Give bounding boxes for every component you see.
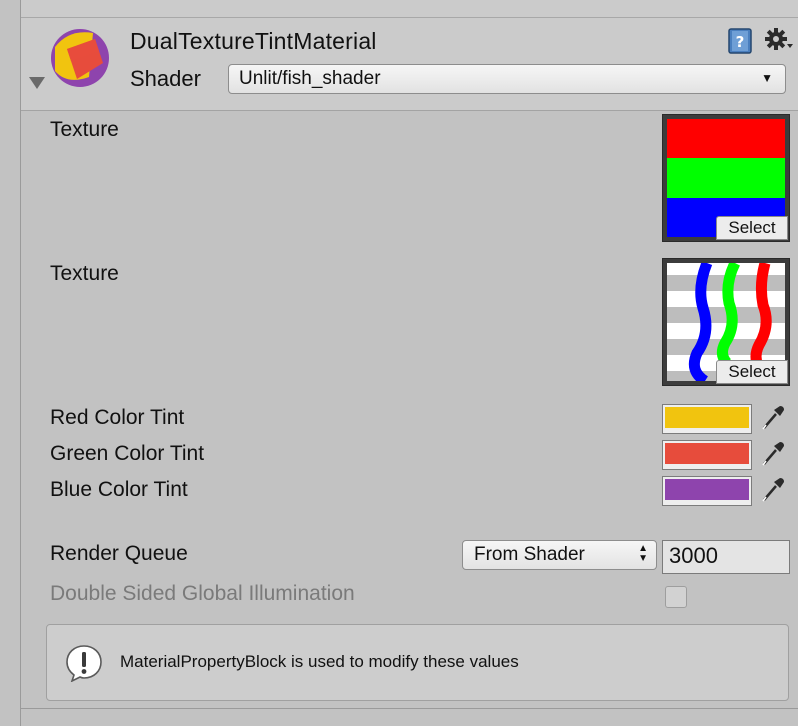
panel-bottom-divider	[21, 708, 798, 709]
info-exclamation-icon	[66, 645, 102, 682]
helpbox-message: MaterialPropertyBlock is used to modify …	[120, 652, 519, 671]
texture2-label: Texture	[50, 262, 119, 285]
dsgi-label: Double Sided Global Illumination	[50, 582, 355, 605]
material-preview-icon	[51, 29, 109, 87]
render-queue-mode-value: From Shader	[474, 544, 585, 565]
green-tint-label: Green Color Tint	[50, 442, 205, 465]
eyedropper-icon[interactable]	[760, 440, 786, 468]
texture1-label: Texture	[50, 118, 119, 141]
texture1-select-button[interactable]: Select	[716, 216, 788, 240]
eyedropper-icon[interactable]	[760, 476, 786, 504]
help-book-icon[interactable]: ?	[728, 28, 752, 54]
shader-value: Unlit/fish_shader	[239, 68, 381, 89]
material-title: DualTextureTintMaterial	[130, 28, 377, 54]
green-tint-swatch	[665, 443, 749, 464]
render-queue-value-field[interactable]: 3000	[662, 540, 790, 574]
dsgi-checkbox[interactable]	[665, 586, 687, 608]
blue-tint-swatch	[665, 479, 749, 500]
red-tint-label: Red Color Tint	[50, 406, 185, 429]
green-tint-color-field[interactable]	[662, 440, 752, 470]
blue-tint-label: Blue Color Tint	[50, 478, 188, 501]
shader-dropdown[interactable]: Unlit/fish_shader ▼	[228, 64, 786, 94]
texture2-select-button[interactable]: Select	[716, 360, 788, 384]
texture2-slot[interactable]: Select	[662, 258, 790, 386]
updown-arrows-icon: ▲ ▼	[638, 543, 648, 564]
red-tint-color-field[interactable]	[662, 404, 752, 434]
render-queue-mode-dropdown[interactable]: From Shader ▲ ▼	[462, 540, 657, 570]
blue-tint-color-field[interactable]	[662, 476, 752, 506]
shader-label: Shader	[130, 66, 201, 91]
svg-text:?: ?	[736, 33, 745, 51]
dropdown-arrow-icon: ▼	[761, 71, 773, 85]
render-queue-label: Render Queue	[50, 542, 188, 565]
texture1-slot[interactable]: Select	[662, 114, 790, 242]
red-tint-swatch	[665, 407, 749, 428]
foldout-arrow-icon[interactable]	[29, 77, 45, 89]
info-helpbox: MaterialPropertyBlock is used to modify …	[46, 624, 789, 701]
render-queue-value: 3000	[669, 543, 718, 568]
header-divider	[21, 17, 798, 18]
eyedropper-icon[interactable]	[760, 404, 786, 432]
gear-icon[interactable]	[764, 27, 794, 53]
